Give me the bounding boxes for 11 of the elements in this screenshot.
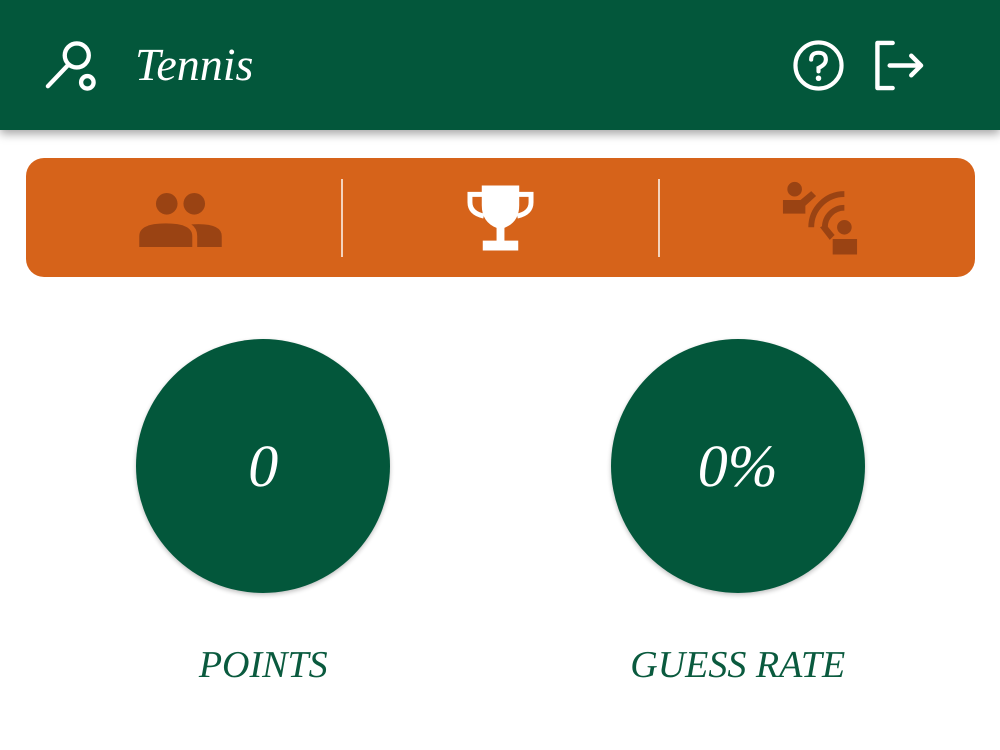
app-title: Tennis — [135, 42, 254, 88]
stat-label: POINTS — [198, 645, 328, 687]
stat-label: GUESS RATE — [630, 645, 846, 687]
stat-value: 0% — [698, 436, 778, 496]
logout-icon[interactable] — [874, 40, 925, 90]
help-icon[interactable] — [793, 40, 844, 90]
people-icon — [139, 192, 222, 246]
broadcast-people-icon — [780, 180, 858, 255]
trophy-icon — [467, 184, 534, 250]
racket-icon — [45, 41, 97, 91]
stat-value: 0 — [248, 436, 278, 496]
